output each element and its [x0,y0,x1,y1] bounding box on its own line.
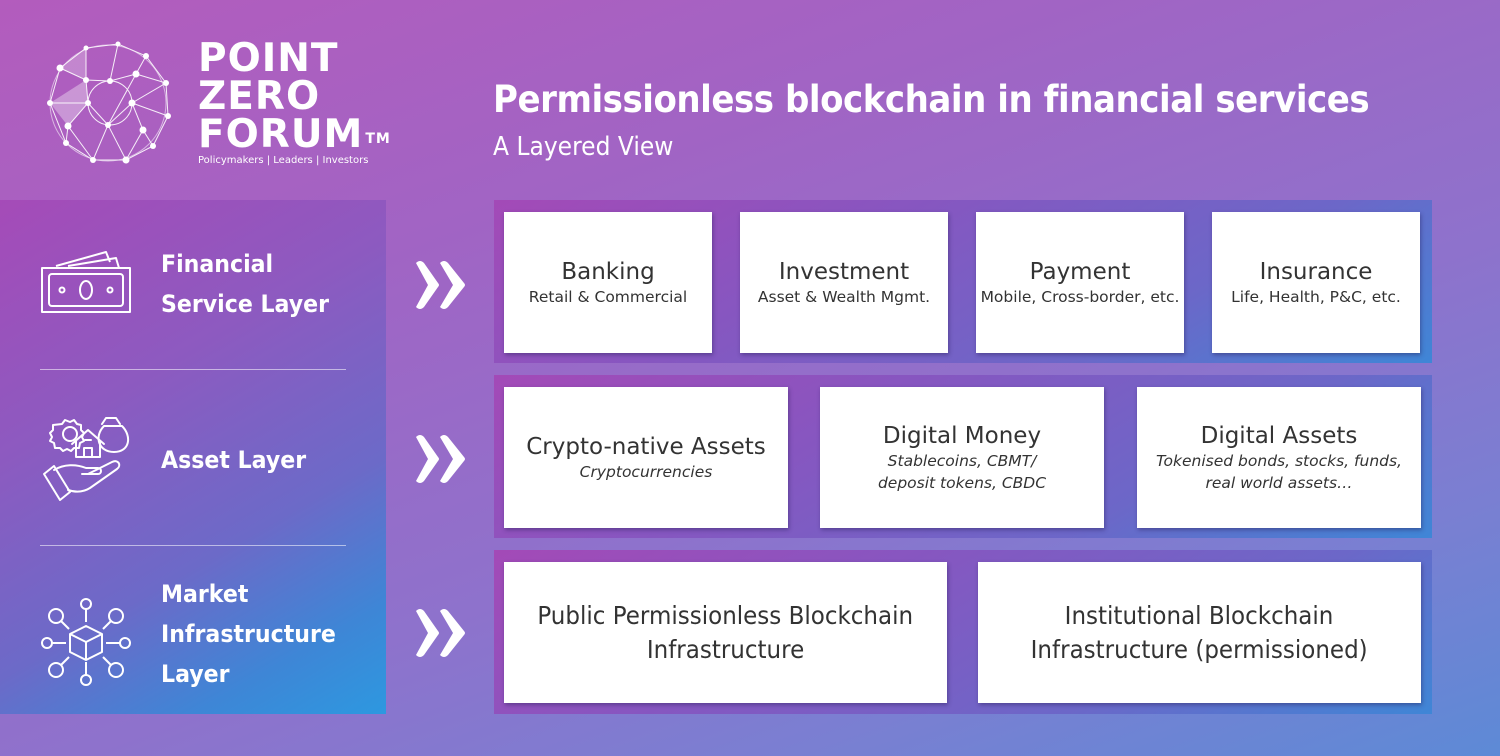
hand-assets-icon [43,417,130,501]
layer-label-line: Layer [161,660,230,688]
card-public-permissionless-infrastructure: Public Permissionless Blockchain Infrast… [504,562,947,703]
card-title: Digital Assets [1200,422,1358,449]
layer-label-line: Service Layer [161,290,330,318]
layer-financial-service: Financial Service Layer [0,200,386,360]
card-insurance: Insurance Life, Health, P&C, etc. [1212,212,1420,353]
card-digital-assets: Digital Assets Tokenised bonds, stocks, … [1137,387,1421,528]
card-subtitle-line: Stablecoins, CBMT/ [887,451,1037,470]
market-infrastructure-row: Public Permissionless Blockchain Infrast… [494,550,1432,714]
card-title-line: Public Permissionless Blockchain [537,600,914,630]
page-subtitle: A Layered View [493,132,674,162]
layer-divider [40,369,346,370]
logo-tagline: Policymakers | Leaders | Investors [198,155,369,166]
layer-label-line: Financial [161,250,274,278]
card-institutional-infrastructure: Institutional Blockchain Infrastructure … [978,562,1421,703]
double-chevron-right-icon [416,609,465,657]
card-title: Insurance [1259,258,1373,285]
card-subtitle-line: deposit tokens, CBDC [877,473,1047,492]
trademark-mark: TM [365,131,391,147]
card-banking: Banking Retail & Commercial [504,212,712,353]
logo-word-zero: ZERO [198,74,321,119]
layer-legend-panel: Financial Service Layer Asset Layer Mark… [0,200,386,714]
card-subtitle-line: Tokenised bonds, stocks, funds, [1156,451,1402,470]
card-investment: Investment Asset & Wealth Mgmt. [740,212,948,353]
geodesic-globe-icon [47,41,171,164]
layer-divider [40,545,346,546]
card-crypto-native-assets: Crypto-native Assets Cryptocurrencies [504,387,788,528]
layer-label: Asset Layer [161,440,306,480]
logo-word-forum: FORUM TM [198,115,391,154]
financial-service-row: Banking Retail & Commercial Investment A… [494,200,1432,363]
card-title: Crypto-native Assets [526,433,766,460]
point-zero-forum-logo: POINT ZERO FORUM TM Policymakers | Leader… [38,38,398,173]
layer-label: Market Infrastructure Layer [161,574,336,694]
logo-word-point: POINT [198,36,339,81]
logo-word-forum-text: FORUM [198,112,364,157]
card-subtitle: Mobile, Cross-border, etc. [980,287,1180,306]
card-title-line: Infrastructure [646,634,805,664]
card-payment: Payment Mobile, Cross-border, etc. [976,212,1184,353]
layer-label-line: Asset Layer [161,446,307,474]
card-title-line: Institutional Blockchain [1065,600,1334,630]
card-digital-money: Digital Money Stablecoins, CBMT/ deposit… [820,387,1104,528]
card-title: Banking [561,258,655,285]
card-title: Payment [1029,258,1131,285]
double-chevron-right-icon [416,435,465,483]
card-title: Digital Money [882,422,1042,449]
double-chevron-right-icon [416,261,465,309]
network-cube-icon [41,598,131,686]
layer-market-infrastructure: Market Infrastructure Layer [0,554,386,714]
card-subtitle-line: real world assets… [1205,473,1353,492]
page-title: Permissionless blockchain in financial s… [493,78,1370,121]
money-bills-icon [41,251,131,313]
card-title-line: Infrastructure (permissioned) [1030,634,1368,664]
asset-row: Crypto-native Assets Cryptocurrencies Di… [494,375,1432,538]
card-subtitle: Cryptocurrencies [579,462,713,481]
card-title: Investment [778,258,910,285]
layer-label: Financial Service Layer [161,244,329,324]
card-subtitle: Retail & Commercial [528,287,688,306]
layer-label-line: Market [161,580,249,608]
layer-label-line: Infrastructure [161,620,336,648]
layer-asset: Asset Layer [0,378,386,538]
card-subtitle: Asset & Wealth Mgmt. [757,287,931,306]
card-subtitle: Life, Health, P&C, etc. [1231,287,1401,306]
